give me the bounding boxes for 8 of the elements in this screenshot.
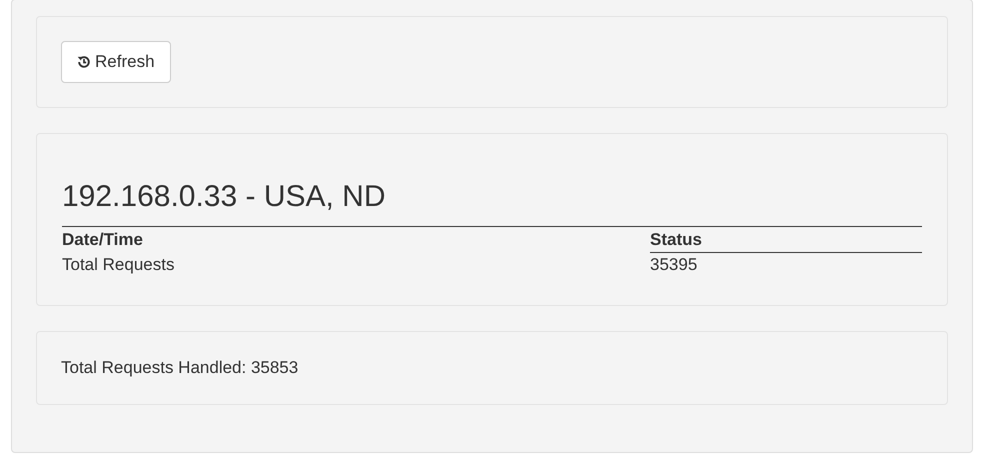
history-icon — [77, 55, 91, 69]
total-requests-text: Total Requests Handled: 35853 — [61, 357, 298, 380]
host-title: 192.168.0.33 - USA, ND — [62, 180, 387, 214]
column-header: Date/Time — [62, 229, 144, 251]
table-cell-text: Total Requests — [62, 254, 176, 276]
column-header: Status — [650, 227, 922, 253]
refresh-button[interactable]: Refresh — [61, 41, 171, 83]
table-cell-text: 35395 — [650, 254, 698, 276]
